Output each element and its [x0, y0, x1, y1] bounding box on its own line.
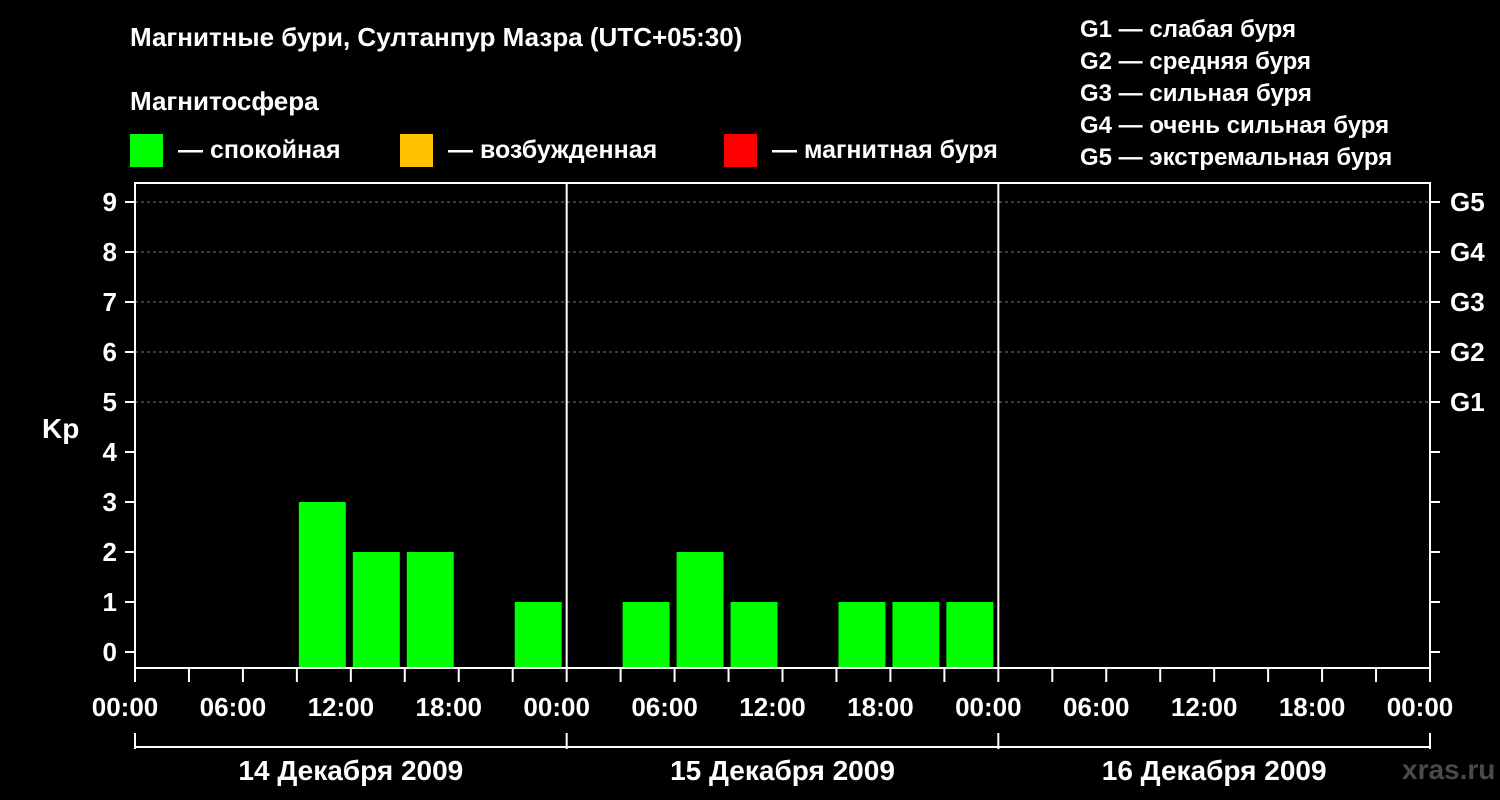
x-tick-label: 00:00	[523, 692, 590, 722]
kp-bar	[622, 602, 670, 668]
y-tick-label: 4	[103, 437, 118, 467]
g-axis-label: G5	[1450, 187, 1485, 217]
kp-bar	[352, 552, 400, 668]
x-tick-label: 06:00	[631, 692, 698, 722]
y-tick-label: 0	[103, 637, 117, 667]
day-label: 14 Декабря 2009	[238, 755, 463, 786]
kp-chart: 0 1 2 3 4 5 6 7 8 9 G1 G2 G3 G4 G5 Kp 00:00 06:00 12:00 18:…	[42, 182, 1485, 786]
kp-bar	[892, 602, 940, 668]
x-tick-label: 12:00	[1171, 692, 1238, 722]
y-tick-label: 5	[103, 387, 117, 417]
x-tick-label: 12:00	[739, 692, 806, 722]
x-tick-label: 18:00	[847, 692, 914, 722]
kp-bar	[676, 552, 724, 668]
y-tick-label: 8	[103, 237, 117, 267]
y-axis-label: Kp	[42, 413, 79, 444]
day-label: 15 Декабря 2009	[670, 755, 895, 786]
y-tick-label: 3	[103, 487, 117, 517]
g-axis-label: G2	[1450, 337, 1485, 367]
g-axis-label: G4	[1450, 237, 1485, 267]
day-label: 16 Декабря 2009	[1102, 755, 1327, 786]
x-tick-label: 18:00	[1279, 692, 1346, 722]
x-tick-label: 06:00	[1063, 692, 1130, 722]
y-tick-label: 1	[103, 587, 117, 617]
g-axis-label: G1	[1450, 387, 1485, 417]
x-tick-label: 00:00	[1387, 692, 1454, 722]
x-tick-label: 12:00	[308, 692, 375, 722]
kp-bar	[406, 552, 454, 668]
y-tick-label: 6	[103, 337, 117, 367]
x-tick-label: 00:00	[955, 692, 1022, 722]
x-tick-label: 06:00	[200, 692, 267, 722]
x-tick-label: 18:00	[416, 692, 483, 722]
y-tick-label: 7	[103, 287, 117, 317]
kp-bar	[298, 502, 346, 668]
kp-bar	[838, 602, 886, 668]
y-tick-label: 2	[103, 537, 117, 567]
x-tick-label: 00:00	[92, 692, 159, 722]
g-axis-label: G3	[1450, 287, 1485, 317]
kp-bar	[730, 602, 778, 668]
y-tick-label: 9	[103, 187, 117, 217]
kp-bar	[946, 602, 994, 668]
kp-bar	[514, 602, 562, 668]
